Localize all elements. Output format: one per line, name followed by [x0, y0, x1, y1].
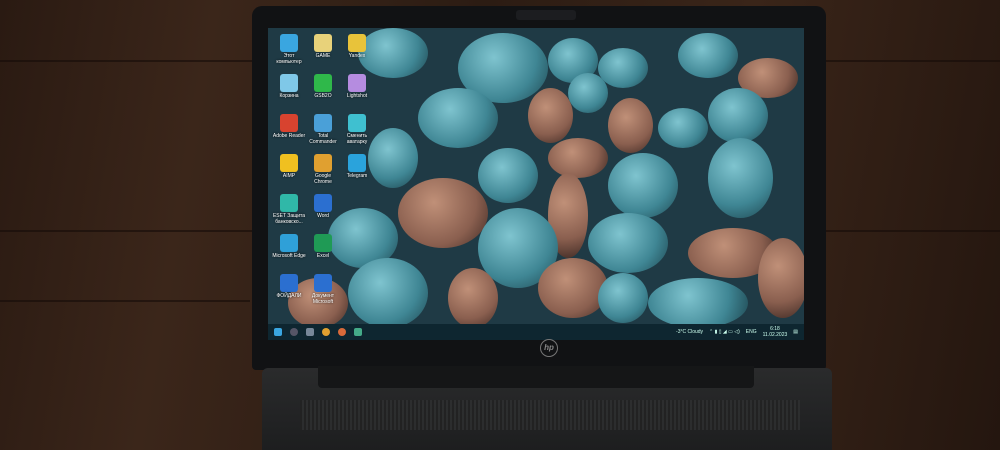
desktop-icon[interactable]: Microsoft Edge [272, 234, 306, 274]
wallpaper-stone [538, 258, 608, 318]
wood-grain [0, 300, 250, 302]
desktop-icon[interactable]: Word [306, 194, 340, 234]
app-icon [314, 74, 332, 92]
wallpaper-stone [448, 268, 498, 328]
desktop-icon[interactable]: Документ Microsoft [306, 274, 340, 314]
file-explorer-icon[interactable] [354, 328, 362, 336]
desktop-icon-label: Telegram [346, 173, 368, 179]
desktop-icon[interactable]: Сменить аватарку [340, 114, 374, 154]
wallpaper-stone [708, 88, 768, 143]
desktop-icon-label: Adobe Reader [272, 133, 306, 139]
desktop-icon[interactable]: ESET Защита банковско... [272, 194, 306, 234]
desktop-icon[interactable]: Adobe Reader [272, 114, 306, 154]
desktop-icon[interactable]: Этот компьютер [272, 34, 306, 74]
app-icon [348, 114, 366, 132]
clock[interactable]: 6:18 11.02.2023 [763, 326, 788, 338]
desktop-icon[interactable]: Yandex [340, 34, 374, 74]
app-icon [280, 114, 298, 132]
search-icon[interactable] [290, 328, 298, 336]
wallpaper-stone [568, 73, 608, 113]
app-icon[interactable] [338, 328, 346, 336]
hinge [318, 366, 754, 388]
desktop-icon-label: Документ Microsoft [311, 293, 335, 305]
app-icon [348, 74, 366, 92]
tray-icons[interactable]: ⌃ ▮ ▯ ◢ ▭ ◁) [709, 329, 740, 335]
wallpaper-stone [368, 128, 418, 188]
app-icon [314, 34, 332, 52]
desktop-icon[interactable]: Lightshot [340, 74, 374, 114]
desktop-icon[interactable]: Корзина [272, 74, 306, 114]
desktop-icon-label: Total Commander [309, 133, 337, 145]
wallpaper-stone [418, 88, 498, 148]
desktop-icon-label: AIMP [282, 173, 296, 179]
wallpaper-stone [548, 138, 608, 178]
wallpaper-stone [658, 108, 708, 148]
app-icon [314, 234, 332, 252]
app-icon [280, 274, 298, 292]
desktop-icon-label: Word [317, 213, 329, 219]
desktop-icon-label: Lightshot [346, 93, 368, 99]
desktop-icon-label: Excel [316, 253, 330, 259]
taskbar: -3°C Cloudy ⌃ ▮ ▯ ◢ ▭ ◁) ENG 6:18 11.02.… [268, 324, 804, 340]
start-button[interactable] [274, 328, 282, 336]
app-icon [280, 74, 298, 92]
desktop-icon-label: ESET Защита банковско... [272, 213, 306, 225]
desktop-icon-label: Yandex [348, 53, 366, 59]
desktop-icon-label: Google Chrome [314, 173, 332, 185]
speaker-grille [300, 400, 800, 430]
app-icon [348, 34, 366, 52]
desktop-icon-label: GSB2O [314, 93, 332, 99]
app-icon [280, 154, 298, 172]
desktop-icon [340, 234, 374, 274]
wallpaper-stone [598, 273, 648, 323]
wallpaper-stone [398, 178, 488, 248]
wallpaper-stone [598, 48, 648, 88]
wallpaper-stone [648, 278, 748, 328]
notification-icon[interactable]: ▤ [793, 329, 798, 335]
desktop-icon [340, 194, 374, 234]
app-icon [348, 154, 366, 172]
wallpaper-stone [708, 138, 773, 218]
desktop-icon[interactable]: Google Chrome [306, 154, 340, 194]
app-icon [314, 274, 332, 292]
app-icon [314, 114, 332, 132]
weather-widget[interactable]: -3°C Cloudy [676, 329, 703, 335]
wallpaper-stone [608, 98, 653, 153]
desktop-icon-label: Этот компьютер [276, 53, 302, 65]
desktop-icon[interactable]: GAME [306, 34, 340, 74]
desktop-icon-label: ФОЙДАЛИ [276, 293, 302, 299]
desktop-icon[interactable]: ФОЙДАЛИ [272, 274, 306, 314]
date: 11.02.2023 [762, 332, 788, 338]
app-icon [280, 34, 298, 52]
desktop-screen: Этот компьютер GAME Yandex Корзина GSB2O Ligh… [268, 28, 804, 340]
app-icon [280, 234, 298, 252]
language-indicator[interactable]: ENG [746, 329, 757, 335]
desktop-icon[interactable]: Telegram [340, 154, 374, 194]
desktop-icon-label: Сменить аватарку [346, 133, 368, 145]
desktop-icon[interactable]: Total Commander [306, 114, 340, 154]
wallpaper-stone [608, 153, 678, 218]
app-icon [314, 154, 332, 172]
desktop-icons: Этот компьютер GAME Yandex Корзина GSB2O Ligh… [272, 34, 374, 314]
wallpaper-stone [478, 148, 538, 203]
desktop-icon[interactable]: GSB2O [306, 74, 340, 114]
desktop-icon-label: Корзина [279, 93, 299, 99]
wallpaper-stone [678, 33, 738, 78]
chrome-icon[interactable] [322, 328, 330, 336]
wallpaper-stone [528, 88, 573, 143]
wallpaper-stone [588, 213, 668, 273]
task-view-icon[interactable] [306, 328, 314, 336]
app-icon [314, 194, 332, 212]
wallpaper-stone [758, 238, 804, 318]
desktop-icon-label: Microsoft Edge [272, 253, 306, 259]
webcam [516, 10, 576, 20]
hp-logo: hp [540, 339, 558, 357]
desktop-icon[interactable]: Excel [306, 234, 340, 274]
app-icon [280, 194, 298, 212]
desktop-icon-label: GAME [315, 53, 331, 59]
desktop-icon[interactable]: AIMP [272, 154, 306, 194]
